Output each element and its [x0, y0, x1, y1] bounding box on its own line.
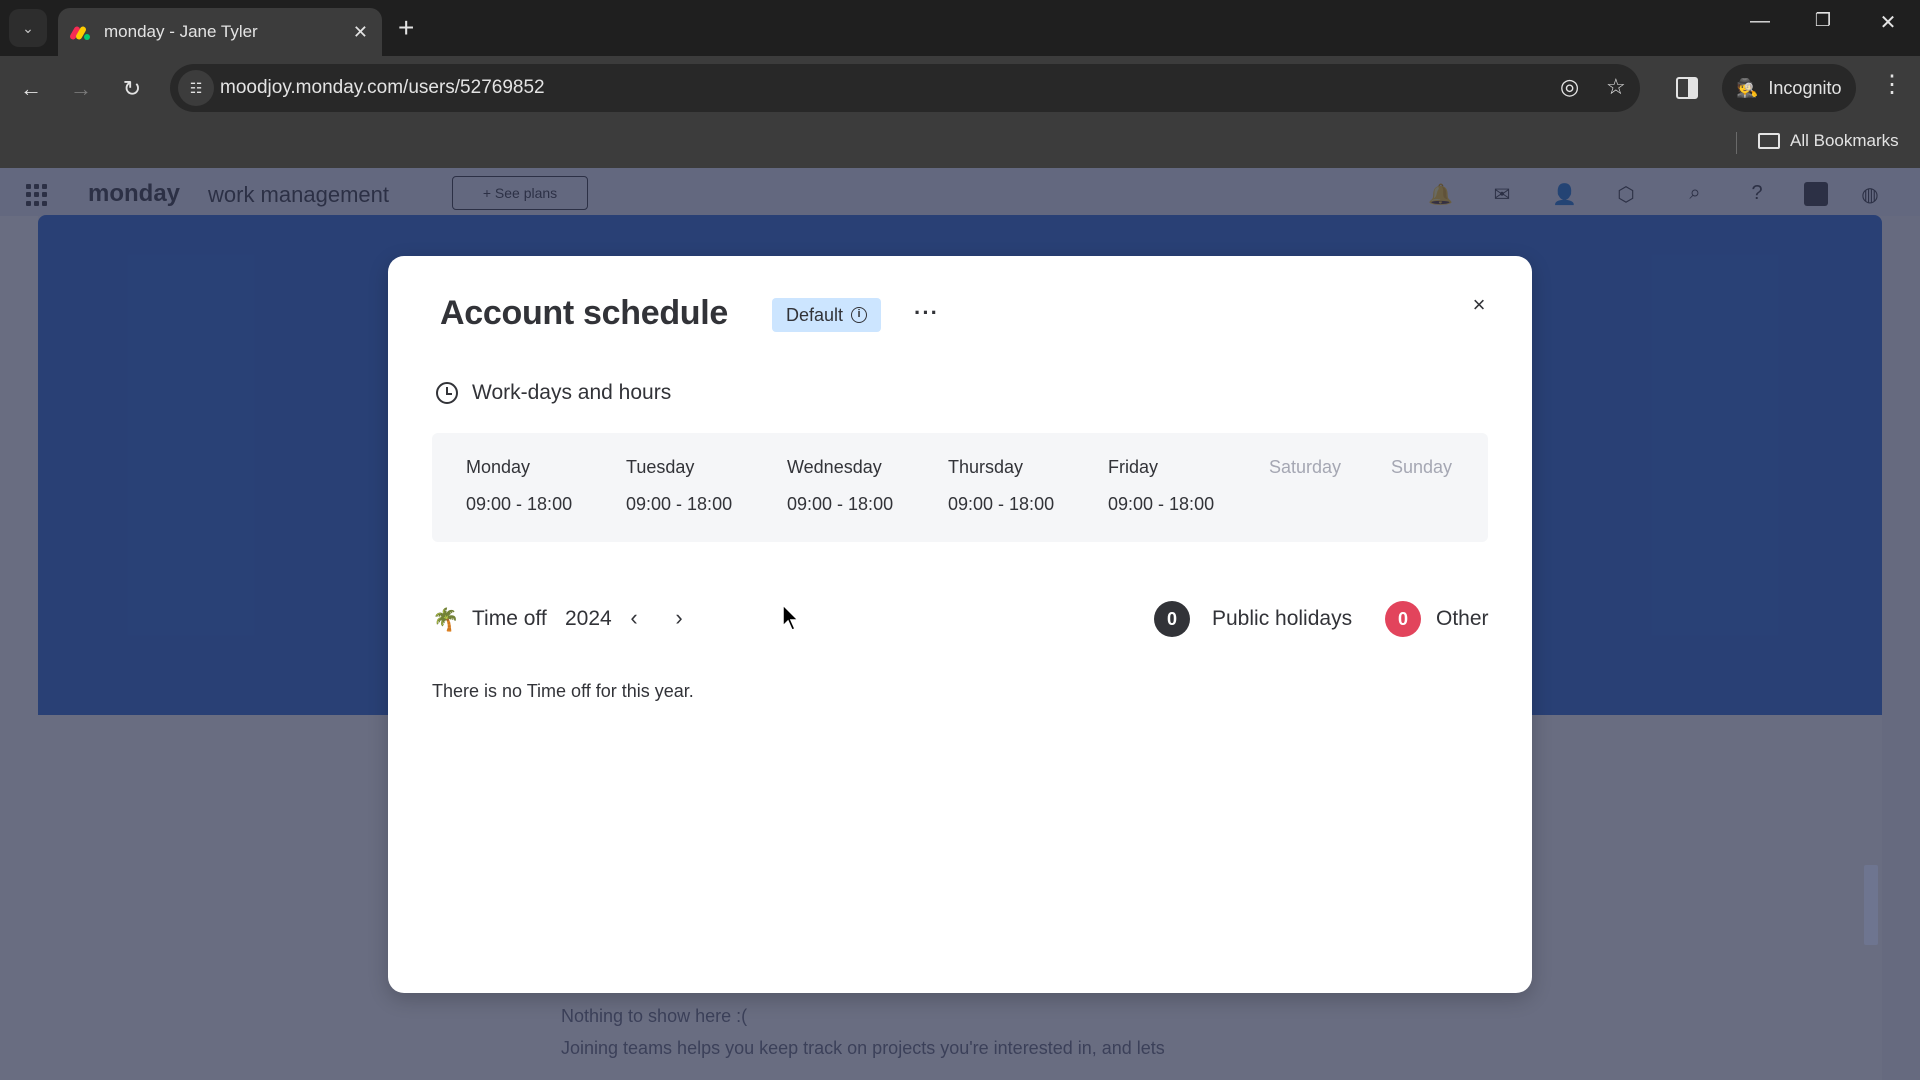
day-name: Wednesday	[787, 457, 882, 477]
day-hours: 09:00 - 18:00	[466, 494, 573, 514]
day-wednesday: Wednesday 09:00 - 18:00	[787, 457, 893, 515]
page-scroll-thumb[interactable]	[1864, 865, 1878, 945]
day-hours: 09:00 - 18:00	[787, 494, 894, 514]
more-options-button[interactable]: ···	[914, 300, 939, 326]
window-close-button[interactable]: ✕	[1868, 10, 1908, 35]
public-holidays-label: Public holidays	[1212, 607, 1353, 630]
workdays-section-title: Work-days and hours	[436, 381, 671, 405]
restore-button[interactable]: ❐	[1803, 10, 1843, 31]
reload-button[interactable]: ↻	[115, 72, 149, 106]
day-name: Monday	[466, 457, 531, 477]
site-settings-icon[interactable]: ☷	[178, 70, 214, 106]
bookmarks-bar: All Bookmarks	[0, 122, 1920, 168]
public-holidays-count: 0	[1154, 601, 1190, 637]
url-text[interactable]: moodjoy.monday.com/users/52769852	[220, 77, 545, 99]
timeoff-header: 🌴 Time off 2024 ‹ › 0 Public holidays 0 …	[432, 601, 1489, 637]
incognito-label: Incognito	[1768, 77, 1842, 98]
back-button[interactable]: ←	[14, 72, 48, 106]
day-name: Friday	[1108, 457, 1159, 477]
default-badge-label: Default	[786, 304, 844, 325]
browser-tab-active[interactable]: monday - Jane Tyler ✕	[58, 8, 382, 56]
day-name: Saturday	[1269, 457, 1342, 477]
clock-icon	[436, 382, 458, 404]
day-name: Tuesday	[626, 457, 695, 477]
all-bookmarks-label: All Bookmarks	[1790, 131, 1899, 150]
account-schedule-modal: Account schedule Default i ··· × Work-da…	[388, 256, 1532, 993]
other-label: Other	[1436, 607, 1489, 630]
tab-title: monday - Jane Tyler	[104, 22, 258, 41]
previous-year-button[interactable]: ‹	[622, 605, 646, 631]
bookmarks-divider	[1736, 132, 1737, 154]
timeoff-empty-text: There is no Time off for this year.	[432, 681, 694, 701]
day-sunday: Sunday	[1391, 457, 1452, 478]
workdays-box: Monday 09:00 - 18:00 Tuesday 09:00 - 18:…	[432, 433, 1488, 542]
timeoff-year: 2024	[565, 607, 612, 630]
all-bookmarks-button[interactable]: All Bookmarks	[1758, 131, 1899, 151]
mouse-cursor-icon	[782, 604, 800, 631]
info-icon[interactable]: i	[851, 307, 868, 323]
day-tuesday: Tuesday 09:00 - 18:00	[626, 457, 732, 515]
arrow-left-icon: ←	[20, 76, 42, 101]
forward-button[interactable]: →	[64, 72, 98, 106]
palm-tree-icon: 🌴	[432, 607, 460, 632]
day-name: Thursday	[948, 457, 1024, 477]
next-year-button[interactable]: ›	[667, 605, 691, 631]
day-friday: Friday 09:00 - 18:00	[1108, 457, 1214, 515]
reload-icon: ↻	[122, 76, 142, 101]
day-saturday: Saturday	[1269, 457, 1341, 478]
timeoff-label: Time off	[472, 607, 547, 630]
other-count: 0	[1385, 601, 1421, 637]
eye-off-icon[interactable]: ◎	[1560, 74, 1579, 100]
chevron-down-icon: ⌄	[22, 19, 34, 36]
browser-toolbar: ← → ↻ ☷ moodjoy.monday.com/users/5276985…	[0, 56, 1920, 122]
modal-title: Account schedule	[440, 294, 729, 332]
incognito-icon: 🕵	[1736, 77, 1759, 98]
day-hours: 09:00 - 18:00	[626, 494, 733, 514]
arrow-right-icon: →	[70, 76, 92, 101]
side-panel-icon[interactable]	[1676, 77, 1698, 99]
bookmark-star-icon[interactable]: ☆	[1606, 74, 1626, 100]
tab-close-icon[interactable]: ✕	[353, 22, 368, 43]
new-tab-button[interactable]: +	[398, 12, 414, 44]
close-modal-button[interactable]: ×	[1464, 290, 1494, 320]
day-hours: 09:00 - 18:00	[948, 494, 1055, 514]
default-badge: Default i	[772, 298, 882, 332]
incognito-indicator[interactable]: 🕵 Incognito	[1722, 64, 1856, 112]
folder-icon	[1758, 133, 1780, 149]
minimize-button[interactable]: —	[1740, 10, 1780, 33]
day-hours: 09:00 - 18:00	[1108, 494, 1215, 514]
day-name: Sunday	[1391, 457, 1453, 477]
monday-favicon-icon	[68, 24, 92, 41]
workdays-title-label: Work-days and hours	[472, 381, 672, 404]
browser-menu-icon[interactable]: ⋮	[1880, 70, 1904, 99]
tab-search-button[interactable]: ⌄	[9, 9, 47, 47]
day-thursday: Thursday 09:00 - 18:00	[948, 457, 1054, 515]
browser-tab-strip: ⌄ monday - Jane Tyler ✕ + — ❐ ✕	[0, 0, 1920, 56]
address-bar[interactable]: ☷ moodjoy.monday.com/users/52769852 ◎ ☆	[170, 64, 1640, 112]
day-monday: Monday 09:00 - 18:00	[466, 457, 572, 515]
